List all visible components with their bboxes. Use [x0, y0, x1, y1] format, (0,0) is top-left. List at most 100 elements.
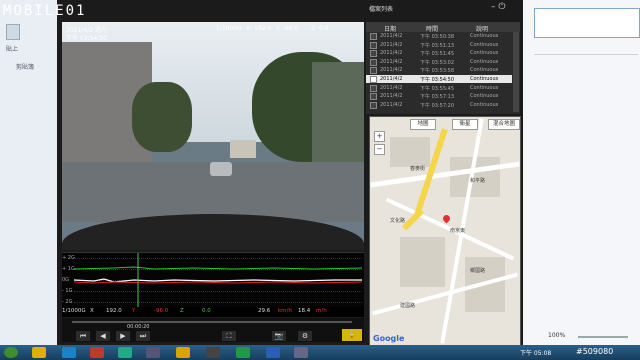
row-checkbox[interactable] [370, 93, 377, 101]
graph-traces [74, 253, 362, 308]
snapshot-button[interactable]: 📷 [272, 331, 286, 341]
start-button-icon[interactable] [4, 347, 18, 358]
row-checkbox[interactable] [370, 50, 377, 58]
word-icon[interactable] [266, 347, 280, 358]
tab-map[interactable]: 地圖 [410, 119, 436, 130]
playback-time: 00:00:20 [127, 324, 150, 330]
row-checkbox[interactable] [370, 101, 377, 109]
video-building-right [312, 62, 364, 172]
file-list-row[interactable]: 2011/4/2 下午 03:51:45 Continuous [366, 49, 512, 58]
info-x-label: X [90, 308, 94, 314]
divider [534, 54, 638, 55]
row-checkbox[interactable] [370, 76, 377, 83]
settings-button[interactable]: ⚙ [298, 331, 312, 341]
file-list-panel: 檔案列表 日期 時間 說明 2011/4/2 下午 03:50:38 Continu… [366, 6, 520, 114]
row-checkbox[interactable] [370, 33, 377, 40]
info-z-label: Z [180, 308, 184, 314]
row-date: 2011/4/2 [380, 93, 403, 100]
row-time: 下午 03:57:13 [420, 94, 455, 101]
osd-g-label: 1/1000G [216, 25, 242, 32]
file-list-title: 檔案列表 [369, 6, 394, 13]
row-checkbox[interactable] [370, 84, 377, 92]
row-date: 2011/4/2 [380, 58, 403, 65]
rewind-button[interactable]: ◀ [96, 331, 110, 341]
video-view[interactable] [62, 22, 364, 250]
osd-y: Y: -96.0 [276, 25, 299, 32]
file-list-row[interactable]: 2011/4/2 下午 03:55:45 Continuous [366, 84, 512, 92]
row-checkbox[interactable] [370, 58, 377, 66]
row-date: 2011/4/2 [380, 101, 403, 108]
row-desc: Continuous [470, 93, 499, 100]
row-checkbox[interactable] [370, 41, 377, 49]
file-list-row[interactable]: 2011/4/2 下午 03:53:58 Continuous [366, 66, 512, 75]
map-type-tabs: 地圖 衛星 混合地圖 [382, 119, 520, 130]
trace-green [74, 266, 362, 270]
row-time: 下午 03:50:38 [420, 34, 455, 40]
tab-satellite[interactable]: 衛星 [452, 119, 478, 130]
info-speed: 29.6 [258, 308, 271, 314]
text-box[interactable] [534, 8, 640, 38]
row-desc: Continuous [470, 67, 499, 74]
file-list-row[interactable]: 2011/4/2 下午 03:57:13 Continuous [366, 92, 512, 101]
trace-red [74, 281, 362, 284]
row-date: 2011/4/2 [380, 76, 403, 82]
row-desc: Continuous [470, 58, 499, 65]
folder-icon[interactable] [176, 347, 190, 358]
map-view[interactable]: 春麥街 和平路 文化路 南京東 鄉國路 建國路 地圖 衛星 混合地圖 + − G… [369, 116, 521, 346]
map-block [400, 237, 445, 287]
map-block [390, 137, 430, 167]
ribbon-panel: 貼上 剪貼簿 [0, 0, 61, 345]
app-icon[interactable] [206, 347, 220, 358]
file-list-row[interactable]: 2011/4/2 下午 03:54:50 Continuous [366, 75, 512, 84]
row-checkbox[interactable] [370, 67, 377, 75]
chrome-icon[interactable] [118, 347, 132, 358]
app-icon[interactable] [32, 347, 46, 358]
window-controls[interactable]: – ⏻ [491, 2, 521, 16]
zoom-level: 100% [548, 332, 566, 339]
gsensor-graph: + 2G + 1G 0G - 1G - 2G [62, 252, 364, 308]
tab-hybrid[interactable]: 混合地圖 [488, 119, 520, 130]
row-time: 下午 03:55:45 [420, 85, 455, 92]
lock-button[interactable]: 🔒 [342, 329, 362, 341]
file-list-row[interactable]: 2011/4/2 下午 03:51:13 Continuous [366, 41, 512, 49]
app-icon[interactable] [236, 347, 250, 358]
play-button[interactable]: ▶ [116, 331, 130, 341]
info-y-value: -96.0 [154, 308, 169, 314]
app-icon[interactable] [146, 347, 160, 358]
row-date: 2011/4/2 [380, 67, 403, 74]
zoom-in-button[interactable]: + [374, 131, 385, 142]
media-icon[interactable] [90, 347, 104, 358]
playback-controls: 00:00:20 ⏮ ◀ ▶ ⏭ ⛶ 📷 ⚙ 🔒 [62, 318, 364, 342]
app-icon[interactable] [294, 347, 308, 358]
timeline-slider[interactable] [72, 321, 352, 323]
file-list-scrollbar[interactable] [513, 32, 519, 112]
map-zoom-control: + − [374, 131, 385, 191]
google-logo: Google [373, 334, 405, 343]
info-g-unit: 1/1000G [62, 308, 86, 314]
file-list-row[interactable]: 2011/4/2 下午 03:53:02 Continuous [366, 58, 512, 66]
row-date: 2011/4/2 [380, 50, 403, 57]
info-x-value: 192.0 [106, 308, 122, 314]
skype-icon[interactable] [62, 347, 76, 358]
row-desc: Continuous [470, 76, 499, 82]
map-label: 南京東 [450, 228, 466, 234]
graph-label-0: 0G [62, 277, 70, 283]
row-desc: Continuous [470, 101, 499, 108]
location-pin-icon[interactable] [441, 213, 452, 224]
previous-button[interactable]: ⏮ [76, 331, 90, 341]
paste-icon[interactable] [6, 24, 20, 40]
row-desc: Continuous [470, 33, 499, 39]
zoom-slider[interactable] [578, 336, 628, 338]
info-speed2: 18.4 [298, 308, 311, 314]
next-button[interactable]: ⏭ [136, 331, 150, 341]
osd-time: 下午 03:54:50 [66, 35, 107, 42]
clock[interactable]: 下午 05:08 [520, 348, 551, 357]
file-list-row[interactable]: 2011/4/2 下午 03:57:20 Continuous [366, 101, 512, 109]
paste-label[interactable]: 貼上 [6, 44, 18, 53]
zoom-out-button[interactable]: − [374, 144, 385, 155]
fullscreen-button[interactable]: ⛶ [222, 331, 236, 341]
video-trees-left [132, 82, 192, 152]
file-list-row[interactable]: 2011/4/2 下午 03:50:38 Continuous [366, 32, 512, 40]
video-car [210, 162, 232, 176]
row-date: 2011/4/2 [380, 41, 403, 48]
